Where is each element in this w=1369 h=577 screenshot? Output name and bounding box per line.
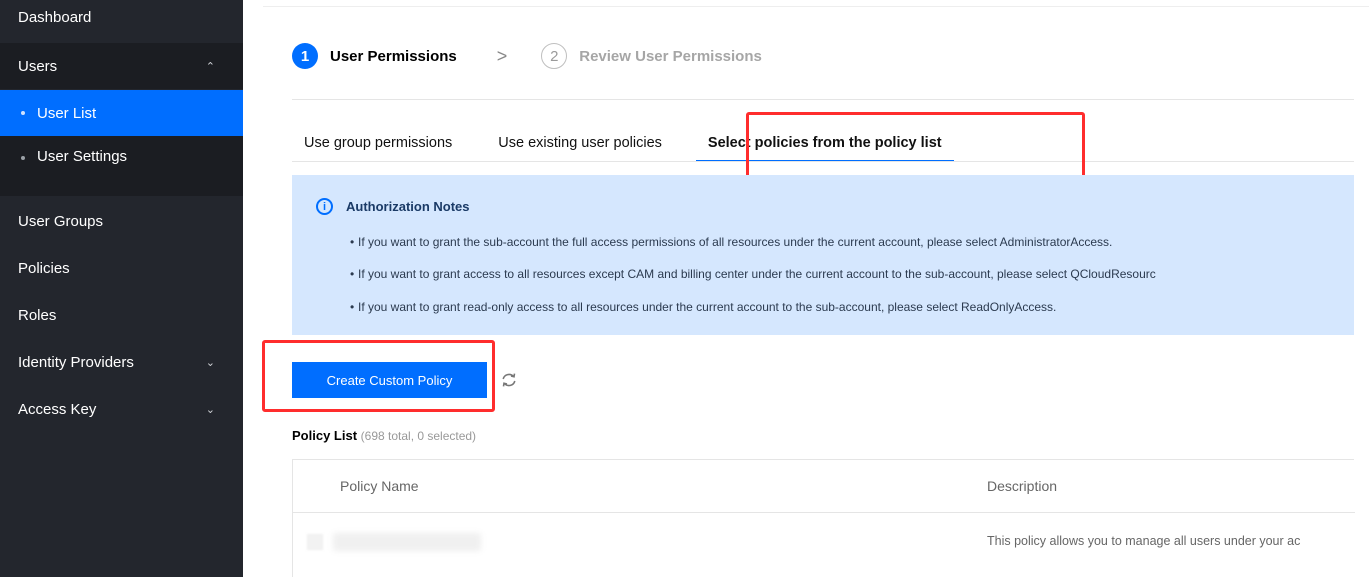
sidebar-item-access-key[interactable]: Access Key ⌄ bbox=[0, 386, 243, 432]
sidebar-item-label: Roles bbox=[18, 306, 57, 324]
stepper: 1 User Permissions > 2 Review User Permi… bbox=[292, 38, 762, 74]
policy-description: This policy allows you to manage all use… bbox=[987, 534, 1301, 548]
policy-table: Policy Name Description This policy allo… bbox=[292, 459, 1355, 577]
note-item: If you want to grant the sub-account the… bbox=[350, 235, 1112, 249]
bullet-icon bbox=[21, 156, 25, 160]
chevron-up-icon: ⌃ bbox=[205, 60, 215, 73]
sidebar-item-label: Users bbox=[18, 57, 58, 75]
divider bbox=[292, 99, 1354, 100]
note-item: If you want to grant read-only access to… bbox=[350, 300, 1056, 314]
policy-list-title: Policy List (698 total, 0 selected) bbox=[292, 428, 476, 443]
note-item: If you want to grant access to all resou… bbox=[350, 267, 1156, 281]
column-header-description: Description bbox=[987, 478, 1058, 494]
sidebar-item-label: Policies bbox=[18, 259, 70, 277]
step-2-number: 2 bbox=[541, 43, 568, 69]
sidebar-item-user-groups[interactable]: User Groups bbox=[0, 198, 243, 244]
policy-list-count: (698 total, 0 selected) bbox=[360, 429, 477, 443]
tab-group-permissions[interactable]: Use group permissions bbox=[292, 124, 464, 162]
sidebar-item-label: Identity Providers bbox=[18, 353, 134, 371]
sidebar-item-label: Access Key bbox=[18, 400, 97, 418]
divider bbox=[263, 6, 1369, 7]
chevron-down-icon: ⌄ bbox=[205, 403, 215, 416]
sidebar: Dashboard Users ⌃ User List User Setting… bbox=[0, 0, 243, 577]
sidebar-item-users[interactable]: Users ⌃ bbox=[0, 43, 243, 89]
sidebar-item-roles[interactable]: Roles bbox=[0, 292, 243, 338]
authorization-notes: i Authorization Notes If you want to gra… bbox=[292, 175, 1354, 335]
policy-list-label: Policy List bbox=[292, 428, 358, 443]
bullet-icon bbox=[21, 111, 25, 115]
table-row[interactable]: This policy allows you to manage all use… bbox=[293, 513, 1355, 573]
sidebar-item-policies[interactable]: Policies bbox=[0, 245, 243, 291]
sidebar-item-dashboard[interactable]: Dashboard bbox=[0, 0, 243, 40]
chevron-right-icon: > bbox=[496, 45, 508, 66]
sidebar-item-user-list[interactable]: User List bbox=[0, 90, 243, 136]
sidebar-item-label: User Settings bbox=[37, 148, 128, 165]
row-checkbox[interactable] bbox=[307, 534, 323, 550]
highlight-box bbox=[262, 340, 495, 412]
info-icon: i bbox=[316, 198, 333, 215]
table-header: Policy Name Description bbox=[293, 460, 1355, 513]
sidebar-item-label: Dashboard bbox=[18, 8, 92, 26]
sidebar-item-label: User Groups bbox=[18, 212, 104, 230]
policy-name-redacted bbox=[333, 533, 481, 551]
sidebar-item-user-settings[interactable]: User Settings bbox=[0, 136, 243, 196]
sidebar-item-identity-providers[interactable]: Identity Providers ⌄ bbox=[0, 339, 243, 385]
step-1-number: 1 bbox=[292, 43, 318, 69]
step-1-label: User Permissions bbox=[330, 47, 457, 65]
step-2-label: Review User Permissions bbox=[579, 47, 762, 65]
tab-existing-user-policies[interactable]: Use existing user policies bbox=[486, 124, 674, 162]
refresh-icon[interactable] bbox=[500, 371, 518, 389]
notes-title: Authorization Notes bbox=[346, 199, 470, 214]
sidebar-item-label: User List bbox=[37, 104, 97, 122]
column-header-policy-name: Policy Name bbox=[340, 478, 419, 494]
chevron-down-icon: ⌄ bbox=[205, 356, 215, 369]
